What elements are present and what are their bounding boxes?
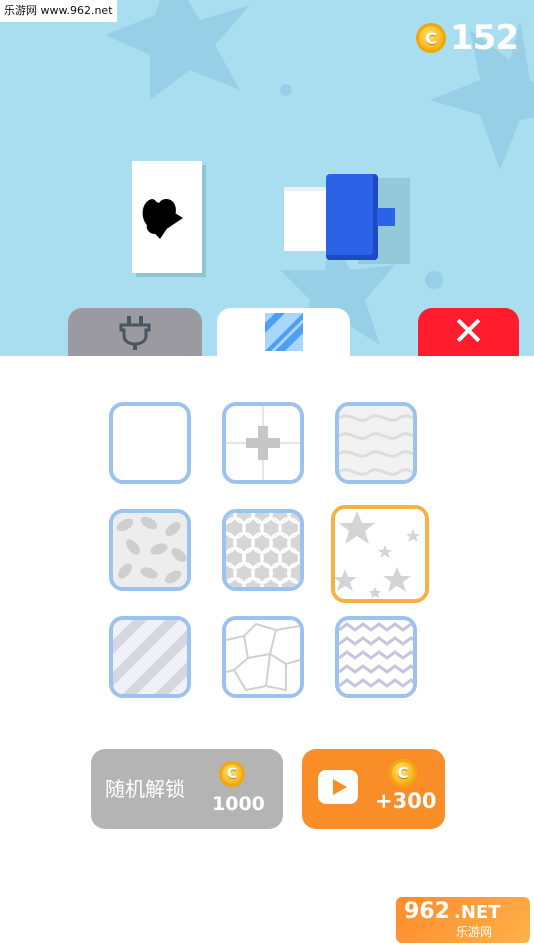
close-icon: ✕ xyxy=(451,309,486,355)
plus-pattern xyxy=(226,406,300,480)
pattern-tile-plus[interactable] xyxy=(222,402,304,484)
pattern-tile-blank[interactable] xyxy=(109,402,191,484)
play-icon xyxy=(318,770,358,804)
plug-body xyxy=(284,187,330,251)
random-unlock-button[interactable]: 随机解锁 C 1000 xyxy=(91,749,283,829)
watch-video-button[interactable]: C +300 xyxy=(302,749,445,829)
site-logo-watermark: 962 .NET 乐游网 xyxy=(396,897,530,943)
pattern-tile-leaves[interactable] xyxy=(109,509,191,591)
stripes-icon xyxy=(264,313,303,351)
tab-plug[interactable] xyxy=(68,308,202,356)
close-button[interactable]: ✕ xyxy=(418,308,519,356)
pattern-tile-clouds[interactable] xyxy=(335,402,417,484)
zigzag-pattern xyxy=(339,620,413,694)
plug-pin xyxy=(377,208,395,226)
game-scene: 乐游网 www.962.net C 152 xyxy=(0,0,534,356)
coin-balance: C 152 xyxy=(416,18,519,58)
socket-card xyxy=(132,161,202,273)
unlock-price: 1000 xyxy=(212,793,265,815)
video-reward: +300 xyxy=(375,789,437,813)
pattern-tile-circles[interactable] xyxy=(222,509,304,591)
cracks-pattern xyxy=(226,620,300,694)
clouds-pattern xyxy=(339,406,413,480)
pattern-tile-stripes[interactable] xyxy=(109,616,191,698)
coin-count: 152 xyxy=(450,18,519,58)
plug-head xyxy=(326,174,378,260)
pattern-tile-zigzag[interactable] xyxy=(335,616,417,698)
site-watermark: 乐游网 www.962.net xyxy=(0,0,117,22)
tab-pattern[interactable] xyxy=(217,308,350,356)
stars-pattern xyxy=(335,509,425,599)
coin-icon: C xyxy=(416,23,446,53)
plug-icon xyxy=(119,316,151,350)
pattern-tile-cracks[interactable] xyxy=(222,616,304,698)
pattern-tile-stars[interactable] xyxy=(331,505,429,603)
heart-icon xyxy=(142,199,183,239)
leaves-pattern xyxy=(113,513,187,587)
coin-icon: C xyxy=(389,759,417,787)
stripes-pattern xyxy=(113,620,187,694)
random-unlock-label: 随机解锁 xyxy=(105,777,185,801)
circles-pattern xyxy=(226,513,300,587)
coin-icon: C xyxy=(219,761,245,787)
